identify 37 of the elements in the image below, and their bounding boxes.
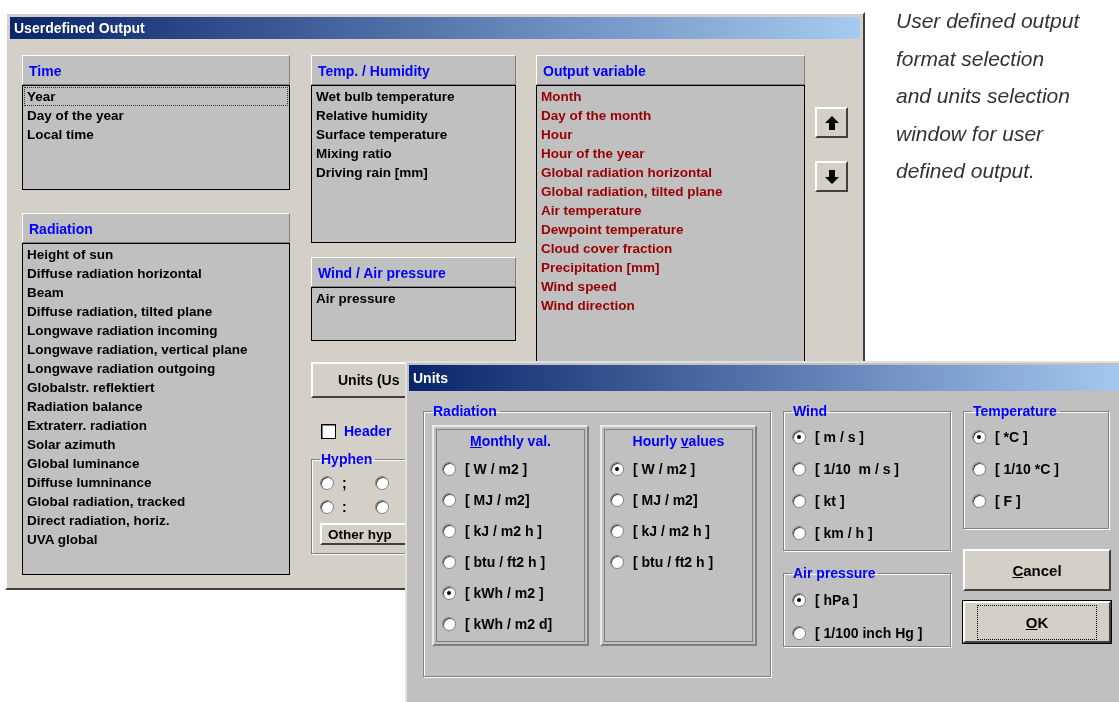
list-heading: Time [22, 55, 290, 85]
radio-label: [ kWh / m2 d] [465, 615, 553, 632]
radio-label: [ 1/10 *C ] [995, 461, 1059, 477]
radio-label: [ W / m2 ] [633, 460, 696, 477]
radio-label: : [342, 499, 347, 515]
radio-label: [ 1/10 m / s ] [815, 461, 900, 477]
radio-label: [ kt ] [815, 493, 845, 509]
radio-label: [ kWh / m2 ] [465, 584, 544, 601]
radio-label: [ kJ / m2 h ] [633, 522, 711, 539]
radio-label: [ W / m2 ] [465, 460, 528, 477]
group-title: Hyphen [320, 451, 374, 467]
radio-label: [ kJ / m2 h ] [465, 522, 543, 539]
list-heading: Radiation [22, 213, 290, 243]
radio-label: [ btu / ft2 h ] [465, 553, 546, 570]
radio-label: [ MJ / m2] [465, 491, 530, 508]
group-title: Air pressure [792, 565, 877, 581]
radio-label: [ 1/100 inch Hg ] [815, 624, 923, 641]
radio-label: [ MJ / m2] [633, 491, 698, 508]
panel-title: Monthly val. [469, 433, 552, 449]
radio-label: [ km / h ] [815, 525, 873, 541]
radio-label: [ btu / ft2 h ] [633, 553, 714, 570]
list-heading: Output variable [536, 55, 805, 85]
radio-label: ; [342, 475, 347, 491]
checkbox-label: Header [344, 423, 392, 439]
radio-label: [ *C ] [995, 429, 1028, 445]
radio-label: [ F ] [995, 493, 1021, 509]
caption-text: User defined output format selection and units selection window for user defined output. [896, 8, 1081, 185]
radio-label: [ hPa ] [815, 591, 858, 608]
group-title: Radiation [432, 403, 498, 419]
group-title: Wind [792, 403, 829, 419]
panel-title: Hourly values [631, 433, 726, 449]
window-title: Userdefined Output [10, 17, 860, 39]
window-title: Units [409, 365, 1119, 391]
list-heading: Wind / Air pressure [311, 257, 516, 287]
group-title: Temperature [972, 403, 1058, 419]
radio-label: [ m / s ] [815, 429, 864, 445]
list-heading: Temp. / Humidity [311, 55, 516, 85]
